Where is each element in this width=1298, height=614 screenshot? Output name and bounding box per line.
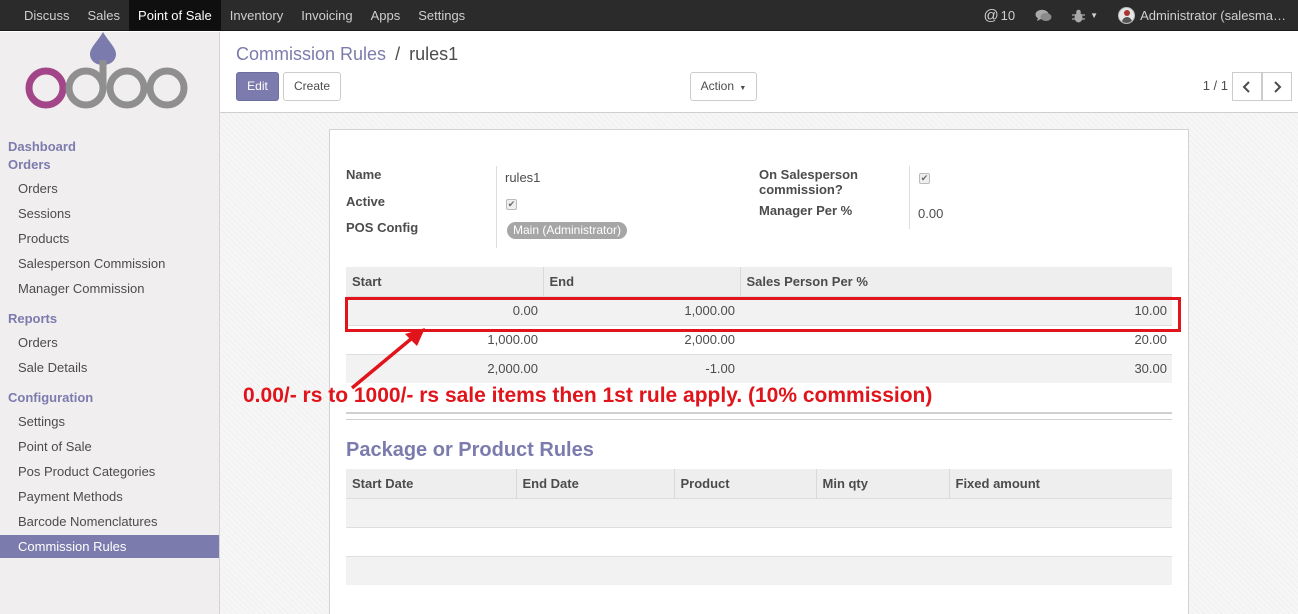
menu-invoicing[interactable]: Invoicing bbox=[292, 0, 361, 31]
action-dropdown[interactable]: Action ▼ bbox=[690, 72, 757, 101]
menu-inventory[interactable]: Inventory bbox=[221, 0, 292, 31]
column-end[interactable]: End bbox=[543, 267, 741, 296]
sidebar-item-orders[interactable]: Orders bbox=[0, 177, 219, 200]
highlight-box bbox=[345, 297, 1181, 332]
annotation-text: 0.00/- rs to 1000/- rs sale items then 1… bbox=[243, 384, 933, 407]
empty-row bbox=[346, 555, 1172, 585]
table-header: Start Date End Date Product Min qty Fixe… bbox=[346, 469, 1172, 498]
sidebar-item-point-of-sale[interactable]: Point of Sale bbox=[0, 435, 219, 458]
sidebar: Dashboard Orders Orders Sessions Product… bbox=[0, 32, 220, 614]
on-salesperson-checkbox: ✔ bbox=[919, 173, 930, 184]
column-start[interactable]: Start bbox=[346, 267, 544, 296]
user-menu[interactable]: Administrator (salesma… bbox=[1108, 0, 1298, 31]
menu-apps[interactable]: Apps bbox=[362, 0, 410, 31]
sidebar-section-reports: Reports bbox=[8, 311, 58, 326]
sidebar-item-report-orders[interactable]: Orders bbox=[0, 331, 219, 354]
chevron-right-icon bbox=[1274, 80, 1282, 93]
edit-button[interactable]: Edit bbox=[236, 72, 279, 101]
empty-row bbox=[346, 497, 1172, 527]
active-checkbox: ✔ bbox=[506, 199, 517, 210]
sidebar-section-configuration: Configuration bbox=[8, 390, 94, 405]
sidebar-item-salesperson-commission[interactable]: Salesperson Commission bbox=[0, 252, 219, 275]
section-divider bbox=[346, 419, 1172, 420]
pos-config-label: POS Config bbox=[346, 220, 419, 235]
mentions-button[interactable]: @ 10 bbox=[973, 0, 1025, 31]
field-divider bbox=[909, 166, 910, 229]
manager-per-label: Manager Per % bbox=[759, 203, 853, 218]
column-start-date[interactable]: Start Date bbox=[346, 469, 517, 498]
package-rules-table: Start Date End Date Product Min qty Fixe… bbox=[346, 469, 1172, 585]
table-header: Start End Sales Person Per % bbox=[346, 267, 1172, 296]
menu-discuss[interactable]: Discuss bbox=[15, 0, 79, 31]
breadcrumb-current: rules1 bbox=[409, 44, 459, 64]
table-row[interactable]: 2,000.00 -1.00 30.00 bbox=[346, 353, 1172, 383]
sidebar-item-sessions[interactable]: Sessions bbox=[0, 202, 219, 225]
column-fixed-amount[interactable]: Fixed amount bbox=[949, 469, 1172, 498]
control-panel: Commission Rules / rules1 Edit Create Ac… bbox=[220, 32, 1298, 113]
breadcrumb-parent[interactable]: Commission Rules bbox=[236, 44, 386, 64]
sidebar-item-commission-rules[interactable]: Commission Rules bbox=[0, 535, 219, 558]
create-button[interactable]: Create bbox=[283, 72, 341, 101]
sidebar-item-sale-details[interactable]: Sale Details bbox=[0, 356, 219, 379]
caret-down-icon: ▼ bbox=[1090, 11, 1099, 20]
sidebar-dashboard[interactable]: Dashboard bbox=[8, 139, 76, 154]
on-salesperson-label-line2: commission? bbox=[759, 182, 843, 197]
at-icon: @ bbox=[983, 7, 999, 24]
caret-down-icon: ▼ bbox=[739, 85, 747, 92]
systray: @ 10 ▼ Administrator (salesma… bbox=[973, 0, 1298, 31]
menu-settings[interactable]: Settings bbox=[409, 0, 474, 31]
app-menu: Discuss Sales Point of Sale Inventory In… bbox=[15, 0, 474, 31]
sidebar-section-orders: Orders bbox=[8, 157, 51, 172]
odoo-logo bbox=[25, 32, 188, 109]
action-label: Action bbox=[700, 79, 735, 93]
pager-next-button[interactable] bbox=[1262, 72, 1292, 101]
sidebar-item-barcode-nomenclatures[interactable]: Barcode Nomenclatures bbox=[0, 510, 219, 533]
pager-previous-button[interactable] bbox=[1232, 72, 1262, 101]
bug-icon bbox=[1072, 9, 1086, 22]
empty-row bbox=[346, 526, 1172, 556]
sidebar-item-payment-methods[interactable]: Payment Methods bbox=[0, 485, 219, 508]
sidebar-item-pos-product-categories[interactable]: Pos Product Categories bbox=[0, 460, 219, 483]
pager-value: 1 / 1 bbox=[1202, 78, 1228, 93]
top-navbar: Discuss Sales Point of Sale Inventory In… bbox=[0, 0, 1298, 31]
menu-point-of-sale[interactable]: Point of Sale bbox=[129, 0, 221, 31]
breadcrumb: Commission Rules / rules1 bbox=[236, 44, 458, 65]
sidebar-item-settings[interactable]: Settings bbox=[0, 410, 219, 433]
pos-config-tag[interactable]: Main (Administrator) bbox=[507, 222, 628, 239]
messages-button[interactable] bbox=[1025, 0, 1062, 31]
section-divider bbox=[346, 412, 1172, 414]
chevron-left-icon bbox=[1242, 80, 1250, 93]
column-end-date[interactable]: End Date bbox=[516, 469, 675, 498]
field-divider bbox=[496, 166, 497, 248]
chat-icon bbox=[1035, 9, 1052, 21]
on-salesperson-label: On Salesperson commission? bbox=[759, 167, 858, 197]
package-rules-title: Package or Product Rules bbox=[346, 439, 594, 461]
user-name: Administrator (salesma… bbox=[1140, 8, 1286, 23]
form-sheet: Name Active POS Config rules1 ✔ Main (Ad… bbox=[329, 129, 1189, 614]
avatar bbox=[1118, 7, 1136, 24]
menu-sales[interactable]: Sales bbox=[79, 0, 130, 31]
breadcrumb-separator: / bbox=[395, 44, 401, 64]
column-product[interactable]: Product bbox=[674, 469, 817, 498]
column-sales-person-per[interactable]: Sales Person Per % bbox=[740, 267, 1172, 296]
cell-end: -1.00 bbox=[543, 353, 740, 383]
cell-sales-person-per: 30.00 bbox=[740, 353, 1172, 383]
debug-button[interactable]: ▼ bbox=[1062, 0, 1108, 31]
name-value: rules1 bbox=[505, 170, 541, 185]
manager-per-value: 0.00 bbox=[918, 206, 944, 221]
active-label: Active bbox=[346, 194, 386, 209]
sidebar-item-products[interactable]: Products bbox=[0, 227, 219, 250]
sidebar-item-manager-commission[interactable]: Manager Commission bbox=[0, 277, 219, 300]
on-salesperson-label-line1: On Salesperson bbox=[759, 167, 858, 182]
name-label: Name bbox=[346, 167, 382, 182]
mentions-count: 10 bbox=[1000, 8, 1016, 23]
column-min-qty[interactable]: Min qty bbox=[816, 469, 950, 498]
